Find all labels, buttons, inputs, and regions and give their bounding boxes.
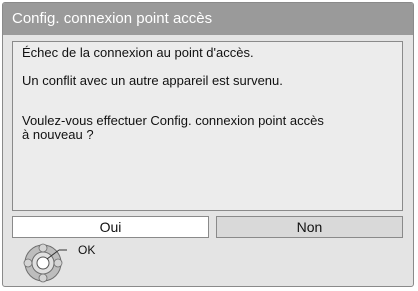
retry-question-line-1: Voulez-vous effectuer Config. connexion … xyxy=(22,113,324,128)
no-button-label: Non xyxy=(296,219,323,235)
retry-question-line-2: à nouveau ? xyxy=(22,127,94,142)
title-bar: Config. connexion point accès xyxy=(3,3,413,35)
ok-hint: OK xyxy=(23,241,103,285)
dialog-title: Config. connexion point accès xyxy=(12,10,213,27)
yes-button[interactable]: Oui xyxy=(12,216,209,238)
dialog-window: Config. connexion point accès Échec de l… xyxy=(2,2,414,287)
remote-dpad-icon xyxy=(23,243,67,283)
message-area: Échec de la connexion au point d'accès. … xyxy=(12,41,403,211)
error-message: Échec de la connexion au point d'accès. xyxy=(22,45,254,60)
conflict-message: Un conflit avec un autre appareil est su… xyxy=(22,73,283,88)
yes-button-label: Oui xyxy=(99,219,122,235)
ok-label: OK xyxy=(78,243,96,257)
no-button[interactable]: Non xyxy=(216,216,403,238)
